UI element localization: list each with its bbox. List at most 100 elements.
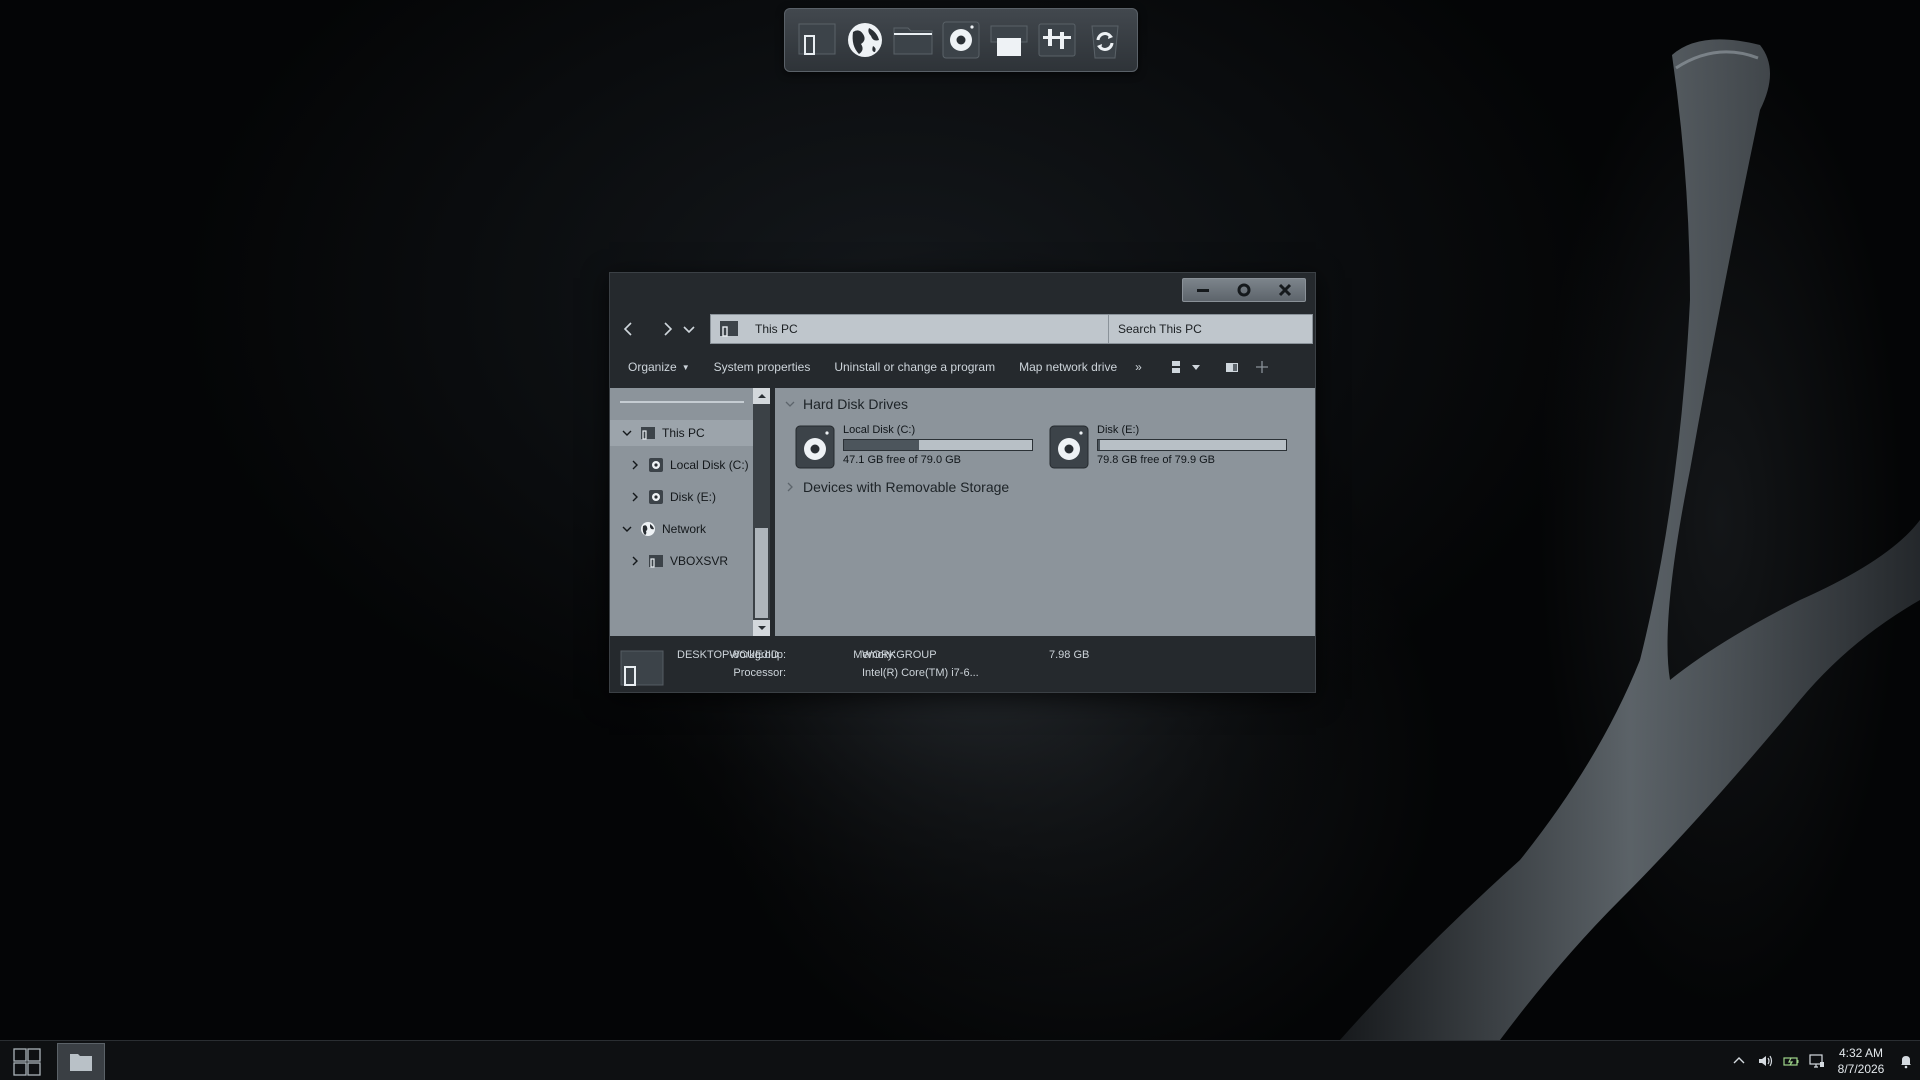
scroll-down-button[interactable] [753, 620, 770, 636]
dock-network[interactable] [843, 16, 887, 64]
dock-settings[interactable] [1035, 16, 1079, 64]
uninstall-program-button[interactable]: Uninstall or change a program [822, 353, 1007, 381]
uninstall-label: Uninstall or change a program [834, 360, 996, 374]
bell-icon [1901, 1056, 1911, 1069]
system-properties-button[interactable]: System properties [702, 353, 823, 381]
search-box[interactable] [1108, 314, 1313, 344]
dock-recycle-bin[interactable] [1083, 16, 1127, 64]
chevron-down-icon [785, 401, 795, 407]
dock-printer[interactable] [987, 16, 1031, 64]
preview-pane-icon [1225, 363, 1238, 372]
content-pane: Hard Disk Drives Local Disk (C:) 47.1 GB… [775, 388, 1315, 636]
show-hidden-icons-button[interactable] [1726, 1041, 1752, 1080]
clock[interactable]: 4:32 AM 8/7/2026 [1830, 1045, 1892, 1077]
navigation-pane: This PC Local Disk (C:) Disk (E:) Networ… [610, 388, 753, 636]
scroll-up-button[interactable] [753, 388, 770, 404]
network-monitor-icon [1809, 1054, 1824, 1068]
network-globe-icon [848, 23, 882, 57]
organize-label: Organize [628, 360, 677, 374]
view-icon [1171, 361, 1180, 373]
divider [620, 401, 744, 403]
taskbar: 4:32 AM 8/7/2026 [0, 1040, 1920, 1080]
tree-label: Local Disk (C:) [670, 458, 749, 472]
computer-icon [798, 23, 836, 55]
title-bar[interactable] [610, 273, 1315, 309]
workgroup-label: Workgroup: [729, 649, 786, 661]
arrow-left-icon [623, 322, 632, 336]
disk-icon [649, 458, 663, 472]
tree-item-network[interactable]: Network [610, 516, 753, 542]
drive-local-disk-c[interactable]: Local Disk (C:) 47.1 GB free of 79.0 GB [795, 423, 1045, 475]
address-text: This PC [755, 322, 798, 336]
disk-icon [1049, 425, 1089, 469]
more-commands-button[interactable]: » [1129, 353, 1148, 381]
computer-icon [641, 427, 655, 440]
chevron-right-icon [787, 482, 793, 492]
chevron-right-icon [628, 458, 642, 472]
add-button[interactable] [1250, 353, 1274, 381]
memory-label: Memory: [853, 649, 896, 661]
battery-button[interactable] [1778, 1041, 1804, 1080]
memory-value: 7.98 GB [1049, 649, 1090, 661]
chevron-down-icon [620, 426, 634, 440]
navigation-bar: This PC [610, 311, 1315, 347]
clock-time: 4:32 AM [1838, 1046, 1884, 1060]
volume-button[interactable] [1752, 1041, 1778, 1080]
dock-disk[interactable] [939, 16, 983, 64]
disk-icon [942, 21, 980, 59]
view-options-button[interactable] [1188, 353, 1204, 381]
chevron-up-icon [1733, 1057, 1745, 1064]
scroll-thumb[interactable] [755, 528, 768, 618]
network-status-button[interactable] [1804, 1041, 1830, 1080]
system-properties-label: System properties [713, 360, 811, 374]
taskbar-file-explorer[interactable] [57, 1043, 105, 1080]
nav-pane-scrollbar[interactable] [753, 388, 770, 636]
caret-down-icon [757, 626, 766, 630]
chevron-down-icon [620, 522, 634, 536]
group-label: Hard Disk Drives [803, 396, 909, 412]
minimize-button[interactable] [1183, 279, 1224, 301]
back-button[interactable] [616, 315, 642, 343]
computer-icon [620, 650, 664, 686]
maximize-icon [1237, 283, 1251, 297]
tree-item-local-disk-c[interactable]: Local Disk (C:) [610, 452, 753, 478]
tree-item-this-pc[interactable]: This PC [610, 420, 753, 446]
chevron-down-icon [683, 326, 695, 334]
caret-down-icon [1191, 365, 1200, 370]
window-controls [1182, 278, 1306, 302]
close-button[interactable] [1264, 279, 1305, 301]
dock-computer[interactable] [795, 16, 839, 64]
recycle-bin-icon [1091, 25, 1119, 59]
drive-disk-e[interactable]: Disk (E:) 79.8 GB free of 79.9 GB [1049, 423, 1299, 475]
maximize-button[interactable] [1224, 279, 1265, 301]
more-label: » [1135, 360, 1142, 374]
organize-button[interactable]: Organize ▼ [616, 353, 702, 381]
disk-icon [795, 425, 835, 469]
address-bar[interactable]: This PC [710, 314, 1112, 344]
processor-label: Processor: [733, 667, 786, 679]
system-tray: 4:32 AM 8/7/2026 [1726, 1041, 1920, 1080]
change-view-button[interactable] [1164, 353, 1188, 381]
group-hard-disk-drives[interactable]: Hard Disk Drives [785, 396, 908, 412]
preview-pane-button[interactable] [1220, 353, 1244, 381]
folder-icon [893, 27, 933, 55]
notifications-button[interactable] [1892, 1041, 1920, 1080]
explorer-window: This PC Organize ▼ System properties Unin… [609, 272, 1316, 693]
search-input[interactable] [1109, 322, 1312, 336]
clock-date: 8/7/2026 [1837, 1062, 1885, 1076]
recent-locations-button[interactable] [680, 315, 698, 343]
tree-label: Disk (E:) [670, 490, 716, 504]
forward-button[interactable] [654, 315, 680, 343]
drive-free-space: 79.8 GB free of 79.9 GB [1097, 454, 1216, 466]
dock-folder[interactable] [891, 16, 935, 64]
map-network-drive-button[interactable]: Map network drive [1007, 353, 1129, 381]
group-removable-storage[interactable]: Devices with Removable Storage [785, 479, 1009, 495]
group-label: Devices with Removable Storage [803, 479, 1010, 495]
drive-usage-bar [1097, 439, 1287, 451]
tree-item-disk-e[interactable]: Disk (E:) [610, 484, 753, 510]
start-button[interactable] [8, 1045, 46, 1079]
printer-icon [990, 25, 1028, 56]
folder-icon [70, 1054, 92, 1071]
tree-item-vboxsvr[interactable]: VBOXSVR [610, 548, 753, 574]
command-bar: Organize ▼ System properties Uninstall or… [610, 352, 1315, 382]
